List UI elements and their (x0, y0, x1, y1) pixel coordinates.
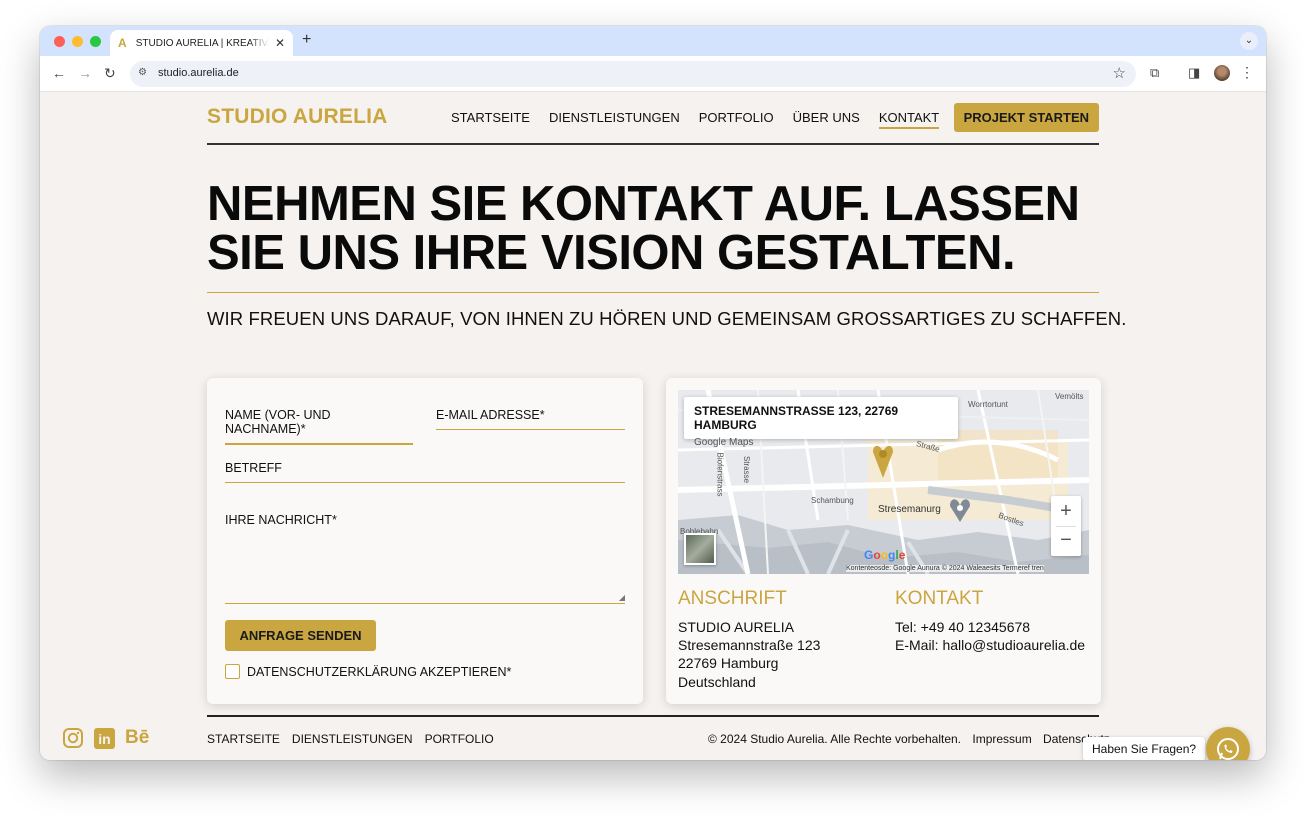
copyright-text: © 2024 Studio Aurelia. Alle Rechte vorbe… (708, 732, 962, 746)
footer-legal: © 2024 Studio Aurelia. Alle Rechte vorbe… (708, 732, 1110, 746)
google-map[interactable]: STRESEMANNSTRASSE 123, 22769 HAMBURG Goo… (678, 390, 1089, 574)
map-label: Stresemanurg (878, 504, 941, 515)
address-bar[interactable]: ⚙ studio.aurelia.de ☆ (130, 61, 1136, 87)
zoom-out-button[interactable]: − (1051, 527, 1081, 556)
contact-form: NAME (VOR- UND NACHNAME)* E-MAIL ADRESSE… (207, 378, 643, 704)
title-divider (207, 292, 1099, 293)
email-field[interactable]: E-MAIL ADRESSE* (436, 408, 625, 430)
chat-prompt[interactable]: Haben Sie Fragen? (1083, 737, 1206, 760)
browser-toolbar: ← → ↻ ⚙ studio.aurelia.de ☆ ⧉ ◨ ⋮ (40, 56, 1266, 92)
instagram-icon[interactable] (62, 727, 84, 749)
privacy-consent: DATENSCHUTZERKLÄRUNG AKZEPTIEREN* (225, 664, 511, 679)
nav-startseite[interactable]: STARTSEITE (451, 110, 530, 129)
side-panel-icon[interactable]: ◨ (1188, 65, 1200, 81)
contact-phone[interactable]: Tel: +49 40 12345678 (895, 619, 1030, 635)
message-field[interactable]: IHRE NACHRICHT* ◢ (225, 513, 625, 604)
favicon-icon: A (118, 36, 127, 50)
forward-icon[interactable]: → (78, 65, 92, 81)
zoom-controls: + − (1051, 496, 1081, 556)
window-controls (54, 36, 101, 47)
main-nav: STARTSEITE DIENSTLEISTUNGEN PORTFOLIO ÜB… (451, 110, 940, 129)
subject-field-label: BETREFF (225, 461, 282, 475)
footer-nav-startseite[interactable]: STARTSEITE (207, 732, 280, 746)
zoom-in-button[interactable]: + (1051, 496, 1081, 526)
submit-button[interactable]: ANFRAGE SENDEN (225, 620, 376, 651)
nav-dienstleistungen[interactable]: DIENSTLEISTUNGEN (549, 110, 680, 129)
map-address: STRESEMANNSTRASSE 123, 22769 HAMBURG (694, 404, 899, 432)
map-label: Vemölts (1055, 392, 1084, 401)
google-logo: Google (864, 548, 906, 562)
profile-avatar[interactable] (1214, 65, 1230, 81)
satellite-toggle[interactable] (684, 533, 716, 565)
whatsapp-chat-button[interactable] (1206, 727, 1250, 760)
page-title: NEHMEN SIE KONTAKT AUF. LASSEN SIE UNS I… (207, 180, 1099, 278)
nav-ueber-uns[interactable]: ÜBER UNS (793, 110, 860, 129)
footer-nav-dienstleistungen[interactable]: DIENSTLEISTUNGEN (292, 732, 413, 746)
nav-kontakt[interactable]: KONTAKT (878, 110, 940, 129)
close-window-button[interactable] (54, 36, 65, 47)
site-header: STUDIO AURELIA STARTSEITE DIENSTLEISTUNG… (207, 92, 1099, 145)
contact-heading: KONTAKT (895, 588, 984, 609)
page-content: STUDIO AURELIA STARTSEITE DIENSTLEISTUNG… (40, 92, 1266, 760)
address-heading: ANSCHRIFT (678, 588, 787, 609)
browser-tab[interactable]: A STUDIO AURELIA | KREATIVAGENTUR ✕ (110, 30, 293, 56)
close-tab-icon[interactable]: ✕ (275, 36, 285, 50)
map-info-box: STRESEMANNSTRASSE 123, 22769 HAMBURG Goo… (684, 397, 958, 448)
google-maps-link[interactable]: Google Maps (694, 437, 948, 448)
nav-portfolio[interactable]: PORTFOLIO (699, 110, 774, 129)
browser-menu-icon[interactable]: ⋮ (1240, 64, 1254, 81)
tab-search-icon[interactable]: ⌄ (1240, 32, 1258, 50)
site-settings-icon[interactable]: ⚙ (138, 67, 147, 78)
email-field-label: E-MAIL ADRESSE* (436, 408, 545, 422)
privacy-checkbox-label[interactable]: DATENSCHUTZERKLÄRUNG AKZEPTIEREN* (247, 665, 511, 679)
extensions-icon[interactable]: ⧉ (1150, 65, 1159, 81)
minimize-window-button[interactable] (72, 36, 83, 47)
browser-window: A STUDIO AURELIA | KREATIVAGENTUR ✕ + ⌄ … (40, 26, 1266, 760)
resize-handle-icon[interactable]: ◢ (619, 593, 625, 602)
behance-icon[interactable]: Bē (125, 727, 149, 749)
site-logo[interactable]: STUDIO AURELIA (207, 105, 388, 129)
maximize-window-button[interactable] (90, 36, 101, 47)
page-title-line-1: NEHMEN SIE KONTAKT AUF. LASSEN (207, 177, 1080, 231)
impressum-link[interactable]: Impressum (972, 732, 1031, 746)
map-attribution: Kontenteosde: Google Aunura © 2024 Walea… (846, 565, 1044, 572)
social-links: in Bē (62, 727, 149, 749)
linkedin-icon[interactable]: in (94, 727, 115, 749)
reload-icon[interactable]: ↻ (104, 65, 116, 82)
bookmark-star-icon[interactable]: ☆ (1113, 64, 1126, 82)
page-title-line-2: SIE UNS IHRE VISION GESTALTEN. (207, 226, 1016, 280)
whatsapp-icon (1217, 738, 1239, 760)
address-line: Deutschland (678, 674, 756, 690)
name-field-label: NAME (VOR- UND NACHNAME)* (225, 408, 331, 436)
tab-strip: A STUDIO AURELIA | KREATIVAGENTUR ✕ + ⌄ (40, 26, 1266, 56)
footer-nav-portfolio[interactable]: PORTFOLIO (425, 732, 494, 746)
location-card: STRESEMANNSTRASSE 123, 22769 HAMBURG Goo… (666, 378, 1101, 704)
name-field[interactable]: NAME (VOR- UND NACHNAME)* (225, 408, 413, 445)
address-line: STUDIO AURELIA (678, 619, 794, 635)
footer-nav: STARTSEITE DIENSTLEISTUNGEN PORTFOLIO (207, 732, 494, 746)
project-start-button[interactable]: PROJEKT STARTEN (953, 103, 1099, 132)
map-label: Worrtortunt (968, 400, 1008, 409)
address-line: Stresemannstraße 123 (678, 637, 821, 653)
contact-email[interactable]: E-Mail: hallo@studioaurelia.de (895, 637, 1085, 653)
url-text[interactable]: studio.aurelia.de (158, 67, 239, 79)
map-label: Schambung (811, 496, 854, 505)
message-field-label: IHRE NACHRICHT* (225, 513, 337, 527)
subject-field[interactable]: BETREFF (225, 461, 625, 483)
map-label: Biofenstrass (715, 452, 725, 497)
page-subtitle: WIR FREUEN UNS DARAUF, VON IHNEN ZU HÖRE… (207, 308, 1127, 329)
new-tab-button[interactable]: + (302, 31, 311, 49)
map-label: Strasse (742, 455, 752, 484)
address-line: 22769 Hamburg (678, 655, 779, 671)
back-icon[interactable]: ← (52, 65, 66, 81)
footer-divider (207, 715, 1099, 717)
privacy-checkbox[interactable] (225, 664, 240, 679)
tab-title: STUDIO AURELIA | KREATIVAGENTUR (135, 37, 269, 49)
